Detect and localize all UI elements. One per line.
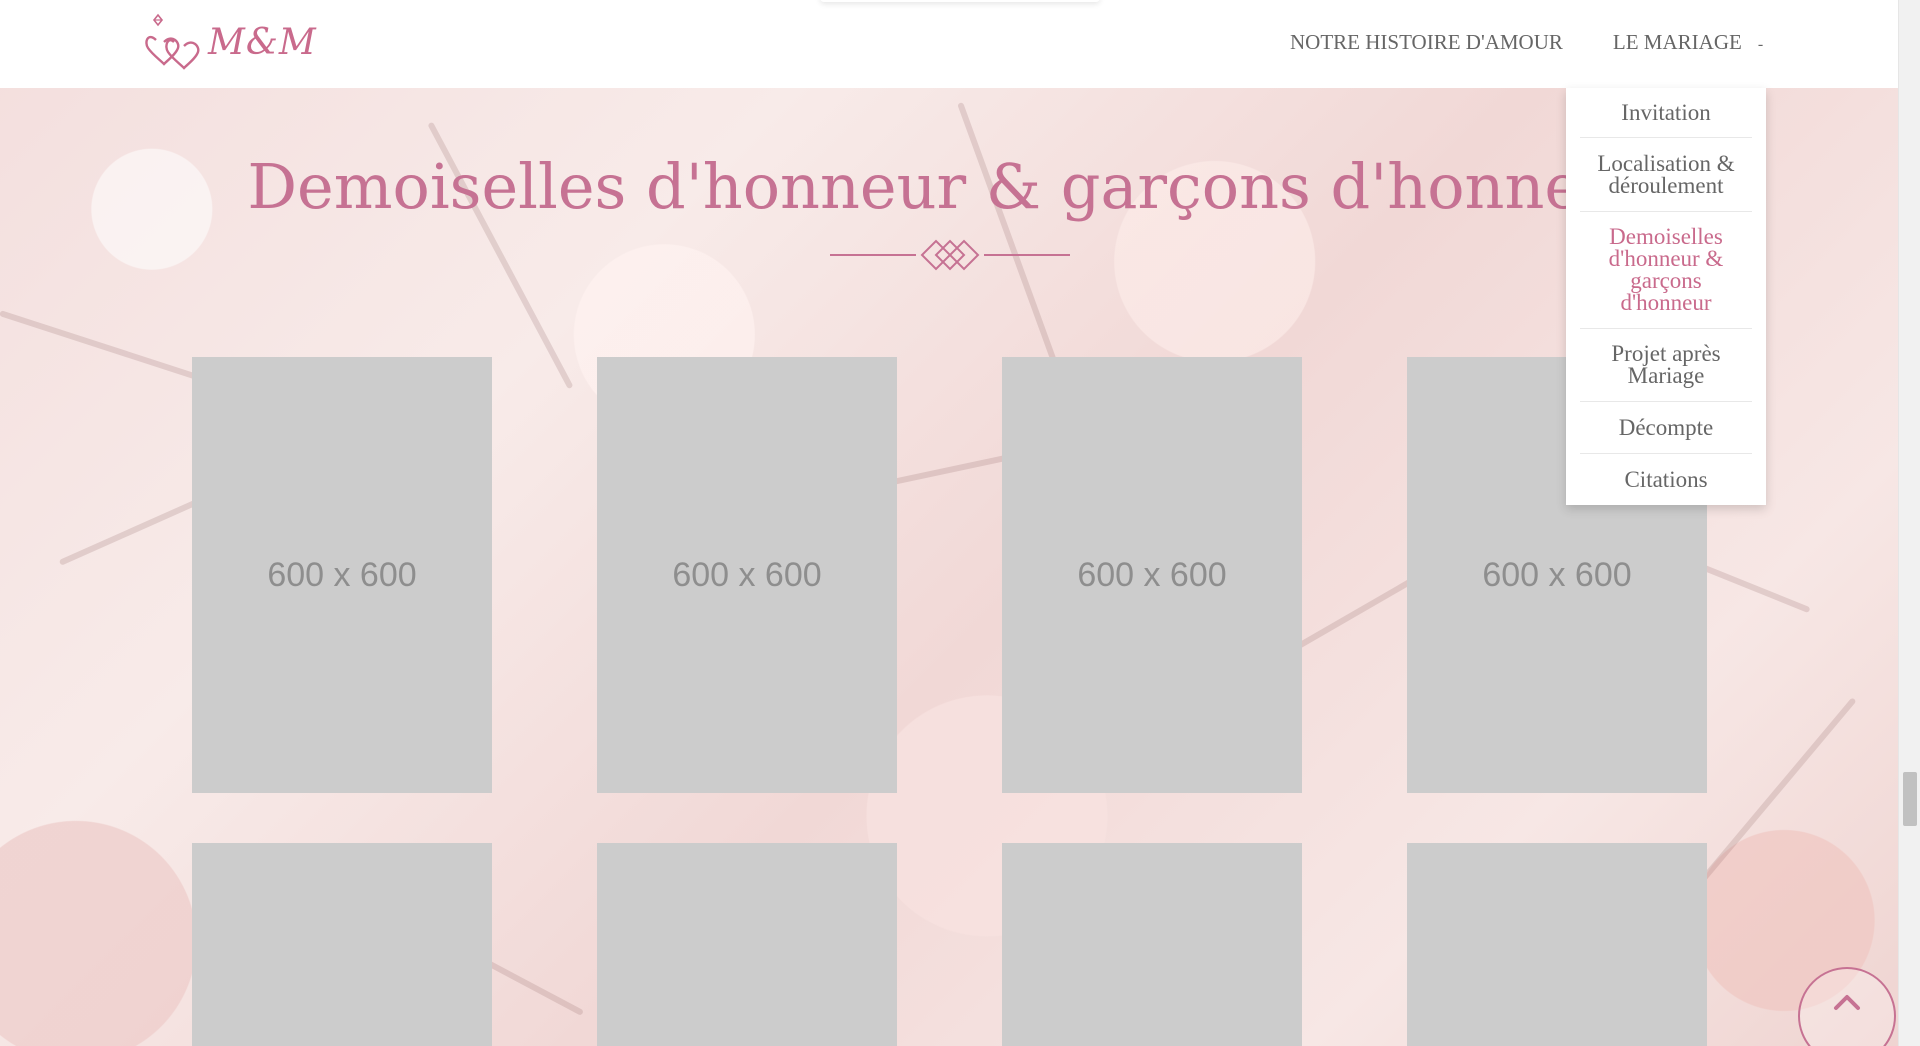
placeholder-label: 600 x 600 <box>672 555 822 594</box>
le-mariage-dropdown: Invitation Localisation & déroulement De… <box>1566 88 1766 505</box>
gallery-card[interactable] <box>597 843 897 1046</box>
gallery-card[interactable]: 600 x 600 <box>597 357 897 793</box>
logo-text: M&M <box>208 21 317 63</box>
gallery-card[interactable] <box>1407 843 1707 1046</box>
page-viewport: M&M NOTRE HISTOIRE D'AMOUR LE MARIAGE - I… <box>0 0 1898 1046</box>
dropdown-item-decompte[interactable]: Décompte <box>1580 402 1752 454</box>
interlocked-hearts-ring-icon <box>145 13 200 70</box>
navbar-notch <box>820 0 1100 2</box>
placeholder-label: 600 x 600 <box>1077 555 1227 594</box>
gallery-card[interactable] <box>192 843 492 1046</box>
back-to-top-button[interactable] <box>1798 967 1896 1046</box>
dropdown-item-demoiselles[interactable]: Demoiselles d'honneur & garçons d'honneu… <box>1580 212 1752 329</box>
nav-item-notre-histoire[interactable]: NOTRE HISTOIRE D'AMOUR <box>1290 30 1563 55</box>
gallery-card[interactable]: 600 x 600 <box>192 357 492 793</box>
nav-item-le-mariage-label: LE MARIAGE <box>1612 30 1742 54</box>
gallery-card[interactable] <box>1002 843 1302 1046</box>
gallery-card[interactable]: 600 x 600 <box>1002 357 1302 793</box>
scrollbar-thumb[interactable] <box>1903 772 1917 826</box>
placeholder-label: 600 x 600 <box>267 555 417 594</box>
vertical-scrollbar[interactable] <box>1898 0 1920 1046</box>
diamond-ornament-icon <box>830 239 1070 271</box>
site-logo[interactable]: M&M <box>142 12 317 72</box>
dropdown-item-localisation[interactable]: Localisation & déroulement <box>1580 138 1752 212</box>
dropdown-item-citations[interactable]: Citations <box>1580 454 1752 505</box>
dropdown-caret-icon: - <box>1757 36 1764 53</box>
chevron-up-icon <box>1834 995 1860 1010</box>
dropdown-item-invitation[interactable]: Invitation <box>1580 88 1752 138</box>
nav-item-le-mariage[interactable]: LE MARIAGE - <box>1613 30 1763 55</box>
top-navbar: M&M NOTRE HISTOIRE D'AMOUR LE MARIAGE - <box>0 0 1898 88</box>
placeholder-label: 600 x 600 <box>1482 555 1632 594</box>
dropdown-item-projet-apres-mariage[interactable]: Projet après Mariage <box>1580 329 1752 402</box>
main-nav: NOTRE HISTOIRE D'AMOUR LE MARIAGE - <box>1290 30 1763 55</box>
